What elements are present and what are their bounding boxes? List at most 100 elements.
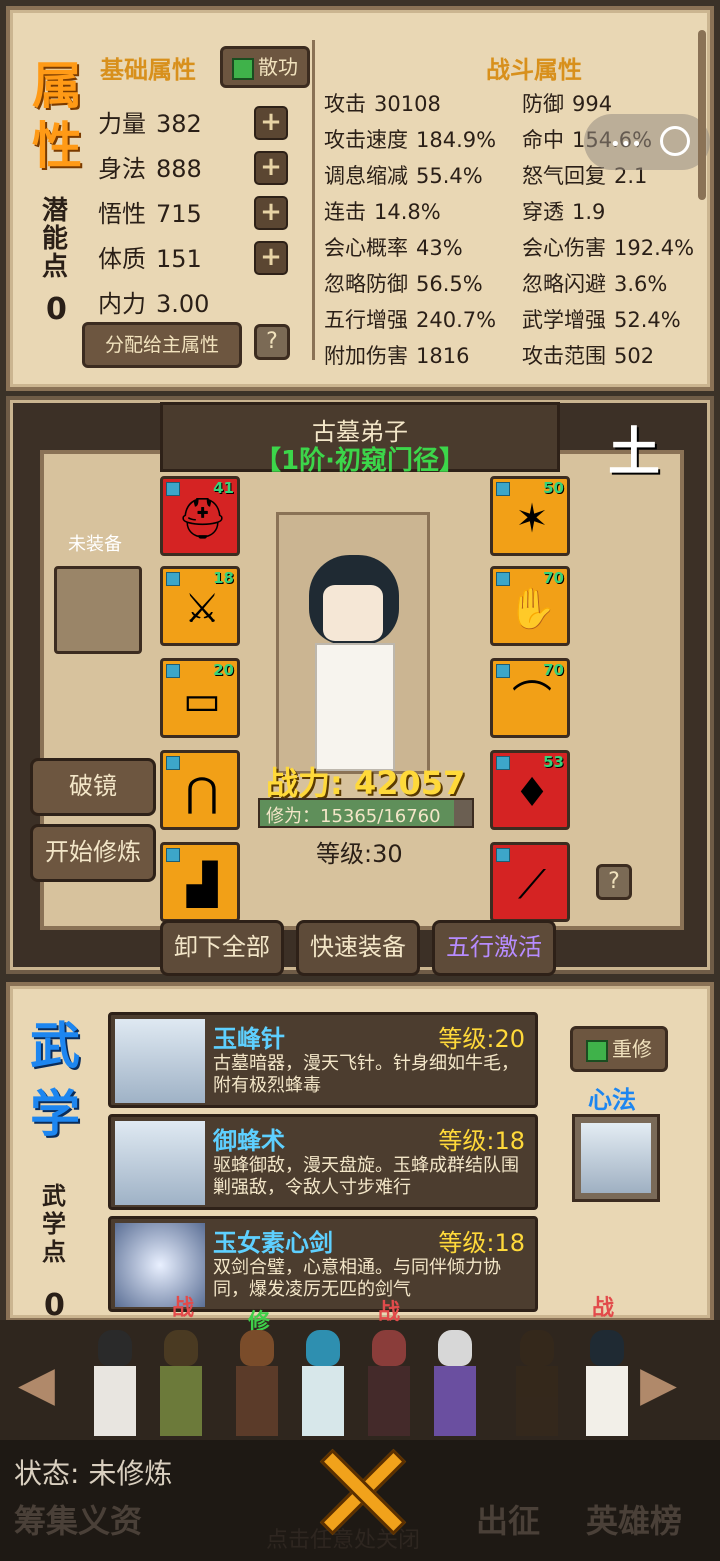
quality-marker	[496, 664, 510, 678]
equip-slot[interactable]: ✶ 50	[490, 476, 570, 556]
expedition-button[interactable]: 出征	[476, 1496, 540, 1542]
equip-slot[interactable]: ▟	[160, 842, 240, 922]
helmet-icon: ⛑	[177, 496, 228, 542]
portrait-frame	[276, 512, 430, 774]
skill-description: 古墓暗器，漫天飞针。针身细如牛毛，附有极烈蜂毒	[213, 1053, 519, 1096]
party-tag-battle: 战	[378, 1300, 401, 1325]
plus-agility-button[interactable]: +	[254, 151, 288, 185]
party-right-arrow-icon[interactable]: ▶	[640, 1356, 677, 1412]
divider	[312, 40, 315, 360]
xinfa-title: 心法	[588, 1086, 636, 1114]
equipment-help-icon[interactable]: ?	[596, 864, 632, 900]
equip-slot[interactable]: ⚔ 18	[160, 566, 240, 646]
stat-comprehension: 悟性 715	[98, 194, 202, 229]
unequip-all-button[interactable]: 卸下全部	[160, 920, 284, 976]
equip-slot[interactable]: ♦ 53	[490, 750, 570, 830]
quality-marker	[166, 664, 180, 678]
party-left-arrow-icon[interactable]: ◀	[18, 1356, 55, 1412]
attribute-panel: 属 性 潜 能 点 0 基础属性 散功 力量 382 身法 888 悟性 715 体质…	[6, 6, 714, 391]
skill-name: 御蜂术	[213, 1127, 285, 1155]
equip-level: 50	[543, 479, 564, 497]
scrollbar[interactable]	[698, 30, 706, 200]
training-status: 状态: 未修炼	[14, 1457, 173, 1490]
party-member-locked[interactable]	[508, 1330, 566, 1440]
skill-image	[115, 1019, 205, 1103]
equip-slot[interactable]: ▭ 20	[160, 658, 240, 738]
breakthrough-button[interactable]: 破镜	[30, 758, 156, 816]
combat-stat: 附加伤害 1816	[324, 340, 469, 370]
gloves-icon: ✋	[507, 586, 557, 632]
combat-stat-value: 1816	[416, 344, 470, 368]
equip-slot[interactable]: ⟋	[490, 842, 570, 922]
plus-strength-button[interactable]: +	[254, 106, 288, 140]
combat-stat-value: 14.8%	[374, 200, 441, 224]
combat-stat: 忽略防御 56.5%	[324, 268, 483, 298]
stat-name: 体质	[98, 245, 146, 273]
plus-constitution-button[interactable]: +	[254, 241, 288, 275]
combat-stat-name: 会心概率	[324, 236, 408, 260]
help-icon[interactable]: ?	[254, 324, 290, 360]
quality-marker	[496, 482, 510, 496]
combat-stat-name: 调息缩减	[324, 164, 408, 188]
combat-stat-value: 994	[572, 92, 613, 116]
party-member[interactable]	[578, 1330, 636, 1440]
equip-slot[interactable]: ⛑ 41	[160, 476, 240, 556]
combat-stat-name: 会心伤害	[522, 236, 606, 260]
stat-name: 悟性	[98, 200, 146, 228]
sanggong-button[interactable]: 散功	[220, 46, 310, 88]
equip-slot[interactable]: ⌒ 70	[490, 658, 570, 738]
equip-level: 20	[213, 661, 234, 679]
scroll-icon: ⌒	[512, 678, 552, 724]
skill-points-label-3: 点	[42, 1238, 66, 1266]
close-mini-program-icon[interactable]	[660, 126, 690, 156]
close-x-icon[interactable]	[316, 1446, 408, 1538]
unequipped-label: 未装备	[68, 534, 122, 555]
party-member[interactable]	[86, 1330, 144, 1440]
skill-card[interactable]: 御蜂术 等级:18 驱蜂御敌，漫天盘旋。玉蜂成群结队围剿强敌，令敌人寸步难行	[108, 1114, 538, 1210]
xinfa-slot[interactable]	[572, 1114, 660, 1202]
base-attributes-title: 基础属性	[100, 56, 196, 84]
quick-equip-button[interactable]: 快速装备	[296, 920, 420, 976]
plus-comprehension-button[interactable]: +	[254, 196, 288, 230]
sanggong-label: 散功	[258, 55, 298, 79]
more-dots-icon[interactable]: •••	[610, 134, 642, 155]
retrain-button[interactable]: 重修	[570, 1026, 668, 1072]
combat-stat-name: 攻击速度	[324, 128, 408, 152]
party-tag-battle: 战	[592, 1296, 615, 1321]
equip-slot[interactable]: ✋ 70	[490, 566, 570, 646]
mini-program-capsule[interactable]: •••	[584, 114, 710, 170]
raise-funds-button[interactable]: 筹集义资	[14, 1496, 142, 1542]
stat-constitution: 体质 151	[98, 239, 202, 274]
combat-stat-name: 穿透	[522, 200, 564, 224]
party-member[interactable]	[294, 1330, 352, 1440]
party-member[interactable]	[426, 1330, 484, 1440]
equip-level: 18	[213, 569, 234, 587]
combat-stat-name: 忽略闪避	[522, 272, 606, 296]
combat-stat-value: 3.6%	[614, 272, 668, 296]
party-member[interactable]	[228, 1330, 286, 1440]
equip-level: 70	[543, 661, 564, 679]
assign-main-attribute-button[interactable]: 分配给主属性	[82, 322, 242, 368]
party-member[interactable]	[152, 1330, 210, 1440]
hero-ranking-button[interactable]: 英雄榜	[586, 1496, 682, 1542]
combat-stat: 攻击范围 502	[522, 340, 654, 370]
combat-stat-value: 502	[614, 344, 655, 368]
hero-robe	[315, 643, 395, 771]
element-earth-icon: 土	[608, 423, 661, 483]
skill-card[interactable]: 玉峰针 等级:20 古墓暗器，漫天飞针。针身细如牛毛，附有极烈蜂毒	[108, 1012, 538, 1108]
start-training-button[interactable]: 开始修炼	[30, 824, 156, 882]
wuxing-activate-button[interactable]: 五行激活	[432, 920, 556, 976]
pouch-icon: ♦	[514, 770, 550, 816]
potential-label-3: 点	[42, 252, 69, 282]
party-member[interactable]	[360, 1330, 418, 1440]
combat-stat: 调息缩减 55.4%	[324, 160, 483, 190]
stat-name: 内力	[98, 290, 146, 318]
empty-equipment-slot[interactable]	[54, 566, 142, 654]
equip-level: 53	[543, 753, 564, 771]
martial-title-1: 武	[30, 1017, 80, 1075]
combat-stat-name: 连击	[324, 200, 366, 224]
equip-slot[interactable]: ⋂	[160, 750, 240, 830]
play-icon	[232, 57, 254, 80]
cultivation-text: 修为：15365/16760	[266, 806, 441, 827]
martial-arts-panel: 武 学 武 学 点 0 玉峰针 等级:20 古墓暗器，漫天飞针。针身细如牛毛，附…	[6, 982, 714, 1323]
